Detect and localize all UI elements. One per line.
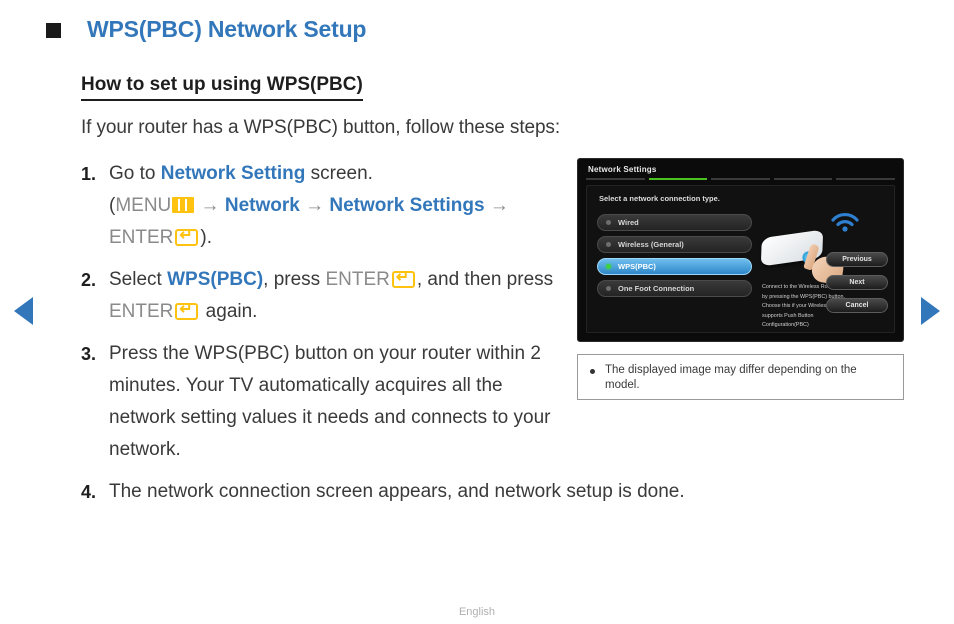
progress-segment xyxy=(836,178,895,180)
list-item-label: Wireless (General) xyxy=(618,240,684,249)
footer-language: English xyxy=(458,606,496,618)
triangle-left-icon[interactable] xyxy=(14,297,33,325)
step2-part5: , and then press xyxy=(416,269,554,290)
step2-part7: again. xyxy=(200,301,258,322)
tv-screen-title: Network Settings xyxy=(588,165,657,174)
list-item-wireless-general[interactable]: Wireless (General) xyxy=(597,236,752,253)
progress-segment xyxy=(586,178,645,180)
step1-enter-label: ENTER xyxy=(109,227,174,248)
previous-button[interactable]: Previous xyxy=(826,252,888,267)
step1-menu-label: MENU xyxy=(115,195,172,216)
step1-close-paren: ). xyxy=(200,227,213,248)
step1-part1: Go to xyxy=(109,163,161,184)
note-box: The displayed image may differ depending… xyxy=(577,354,904,400)
list-item-one-foot-connection[interactable]: One Foot Connection xyxy=(597,280,752,297)
note-bullet-icon xyxy=(590,369,595,374)
progress-segment xyxy=(773,178,833,180)
list-item-wired[interactable]: Wired xyxy=(597,214,752,231)
step-number: 1. xyxy=(81,164,97,184)
radio-dot-icon xyxy=(606,286,611,291)
square-bullet-icon xyxy=(46,23,61,38)
cancel-button[interactable]: Cancel xyxy=(826,298,888,313)
step1-network-setting: Network Setting xyxy=(160,163,306,184)
step-number: 3. xyxy=(81,344,97,364)
list-item-wps-pbc[interactable]: WPS(PBC) xyxy=(597,258,752,275)
tv-progress-bar xyxy=(578,174,903,180)
manual-page: WPS(PBC) Network Setup How to set up usi… xyxy=(0,0,954,624)
list-item: 3. Press the WPS(PBC) button on your rou… xyxy=(81,338,561,466)
step2-enter-label-1: ENTER xyxy=(325,269,390,290)
step-text: The network connection screen appears, a… xyxy=(109,481,685,502)
page-header: WPS(PBC) Network Setup xyxy=(46,16,366,43)
tv-prompt-text: Select a network connection type. xyxy=(599,194,720,203)
step-number: 2. xyxy=(81,270,97,290)
step2-part3: , press xyxy=(263,269,326,290)
progress-segment xyxy=(711,178,770,180)
radio-dot-icon xyxy=(606,242,611,247)
step1-network-settings: Network Settings xyxy=(329,195,485,216)
radio-dot-icon-active xyxy=(606,264,611,269)
enter-icon xyxy=(175,226,199,246)
step1-arrow2: → xyxy=(299,195,330,216)
step-text: Press the WPS(PBC) button on your router… xyxy=(109,343,551,460)
step2-enter-label-2: ENTER xyxy=(109,301,174,322)
step1-arrow1: → xyxy=(195,195,225,216)
connection-type-list: Wired Wireless (General) WPS(PBC) One Fo… xyxy=(597,214,752,302)
radio-dot-icon xyxy=(606,220,611,225)
intro-paragraph: If your router has a WPS(PBC) button, fo… xyxy=(81,117,561,138)
step-text: Go to Network Setting screen. (MENU → Ne… xyxy=(109,158,561,254)
step-number: 4. xyxy=(81,482,97,502)
list-item-label: WPS(PBC) xyxy=(618,262,656,271)
list-item: 2. Select WPS(PBC), press ENTER , and the… xyxy=(81,264,561,328)
triangle-right-icon[interactable] xyxy=(921,297,940,325)
step1-part3: screen. xyxy=(305,163,373,184)
step-text: Select WPS(PBC), press ENTER , and then p… xyxy=(109,264,561,328)
menu-icon xyxy=(172,197,195,213)
step1-network: Network xyxy=(224,195,300,216)
tv-content-panel: Select a network connection type. Wired … xyxy=(586,185,895,333)
note-text: The displayed image may differ depending… xyxy=(605,364,857,391)
wifi-signal-icon xyxy=(831,213,859,232)
list-item: 4. The network connection screen appears… xyxy=(81,476,901,508)
step1-arrow3: → xyxy=(484,195,509,216)
page-title: WPS(PBC) Network Setup xyxy=(87,16,367,42)
tv-button-group: Previous Next Cancel xyxy=(826,252,888,313)
step2-wpspbc: WPS(PBC) xyxy=(167,269,264,290)
tv-screen-mockup: Network Settings Select a network connec… xyxy=(577,158,904,342)
list-item: 1. Go to Network Setting screen. (MENU →… xyxy=(81,158,561,254)
list-item-label: Wired xyxy=(618,218,639,227)
enter-icon xyxy=(175,300,199,320)
list-item-label: One Foot Connection xyxy=(618,284,695,293)
step2-part1: Select xyxy=(109,269,168,290)
enter-icon xyxy=(391,268,415,288)
steps-list: 1. Go to Network Setting screen. (MENU →… xyxy=(81,158,685,518)
next-button[interactable]: Next xyxy=(826,275,888,290)
progress-segment-active xyxy=(648,178,708,180)
section-subheading: How to set up using WPS(PBC) xyxy=(81,74,363,101)
